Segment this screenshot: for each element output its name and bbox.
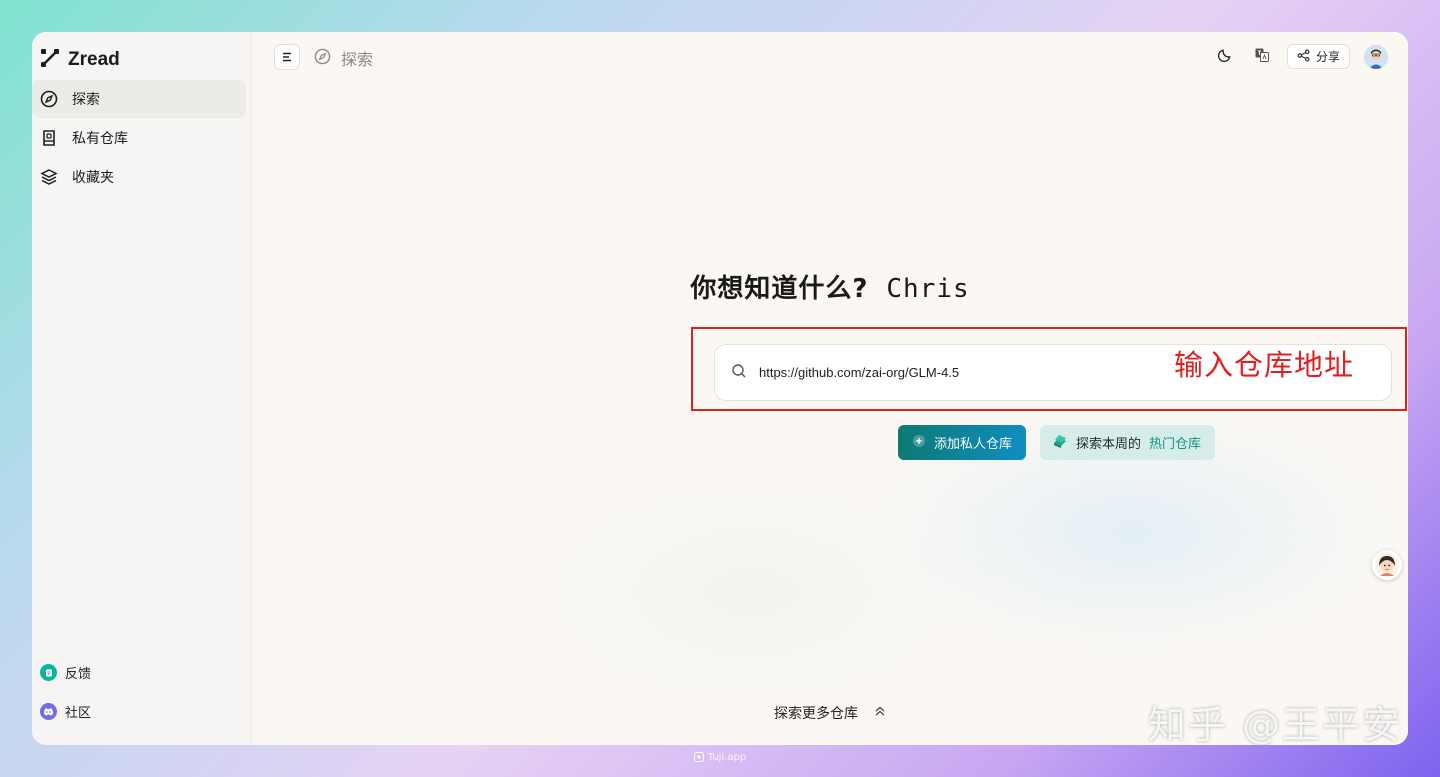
chevron-double-up-icon xyxy=(874,705,886,721)
breadcrumb-label: 探索 xyxy=(341,50,374,69)
share-label: 分享 xyxy=(1315,50,1340,64)
zread-logo-icon xyxy=(40,48,60,72)
main-content: 探索 分享 你想知道什么? Chris https://github.com/z… xyxy=(252,32,1408,745)
top-bar: 探索 分享 xyxy=(252,32,1408,82)
sidebar-item-favorites[interactable]: 收藏夹 xyxy=(32,158,246,196)
add-private-repo-button[interactable]: 添加私人仓库 xyxy=(898,425,1027,460)
explore-more-label: 探索更多仓库 xyxy=(774,706,858,722)
menu-icon xyxy=(281,48,293,67)
top-right-actions: 分享 xyxy=(1215,44,1388,69)
moon-icon xyxy=(1218,47,1233,66)
source-tag: Tuji.app xyxy=(0,752,1440,765)
language-toggle-button[interactable] xyxy=(1251,46,1273,68)
discord-icon xyxy=(40,703,57,720)
sidebar: Zread 探索 私有仓库 收藏夹 反馈 社区 xyxy=(32,32,252,745)
community-link[interactable]: 社区 xyxy=(40,692,91,731)
explore-trending-accent: 热门仓库 xyxy=(1149,437,1202,452)
plus-circle-icon xyxy=(912,434,926,452)
feedback-link[interactable]: 反馈 xyxy=(40,653,91,692)
layers-icon xyxy=(40,168,58,186)
assistant-avatar-button[interactable] xyxy=(1372,550,1402,580)
explore-trending-prefix: 探索本周的 xyxy=(1076,437,1142,452)
feedback-icon xyxy=(40,664,57,681)
zhihu-watermark: 知乎 @王平安 xyxy=(1147,703,1402,747)
sidebar-nav: 探索 私有仓库 收藏夹 xyxy=(32,80,246,197)
sidebar-toggle-button[interactable] xyxy=(274,44,300,70)
repo-url-input[interactable] xyxy=(759,365,1139,380)
search-icon xyxy=(731,363,747,383)
share-button[interactable]: 分享 xyxy=(1286,44,1350,69)
hero-user-name: Chris xyxy=(886,274,970,304)
hero-heading: 你想知道什么? Chris xyxy=(252,268,1408,305)
compass-icon xyxy=(314,48,331,69)
brand[interactable]: Zread xyxy=(40,48,120,72)
sidebar-item-explore[interactable]: 探索 xyxy=(32,80,246,118)
source-tag-label: Tuji.app xyxy=(707,752,747,763)
add-private-repo-label: 添加私人仓库 xyxy=(934,437,1013,452)
breadcrumb: 探索 xyxy=(314,46,373,70)
translate-icon xyxy=(1254,47,1270,67)
community-label: 社区 xyxy=(65,706,92,721)
sidebar-item-private-repos[interactable]: 私有仓库 xyxy=(32,119,246,157)
hero-question: 你想知道什么? xyxy=(690,274,869,304)
sidebar-footer: 反馈 社区 xyxy=(40,653,91,731)
book-stack-icon xyxy=(1052,433,1068,453)
sidebar-item-label: 收藏夹 xyxy=(72,170,114,186)
brand-title: Zread xyxy=(68,49,120,70)
theme-toggle-button[interactable] xyxy=(1215,46,1237,68)
annotation-text: 输入仓库地址 xyxy=(1174,348,1355,382)
tuji-icon xyxy=(693,752,704,765)
app-window: Zread 探索 私有仓库 收藏夹 反馈 社区 探索 分享 你想知道什么? Ch… xyxy=(32,32,1408,745)
explore-trending-button[interactable]: 探索本周的 热门仓库 xyxy=(1040,425,1216,460)
share-icon xyxy=(1297,49,1310,65)
sidebar-item-label: 私有仓库 xyxy=(72,131,128,147)
compass-icon xyxy=(40,90,58,108)
hero-actions: 添加私人仓库 探索本周的 热门仓库 xyxy=(898,425,1216,460)
user-avatar[interactable] xyxy=(1364,44,1388,69)
sidebar-item-label: 探索 xyxy=(72,92,100,108)
feedback-label: 反馈 xyxy=(65,667,92,682)
private-repo-icon xyxy=(40,129,58,147)
